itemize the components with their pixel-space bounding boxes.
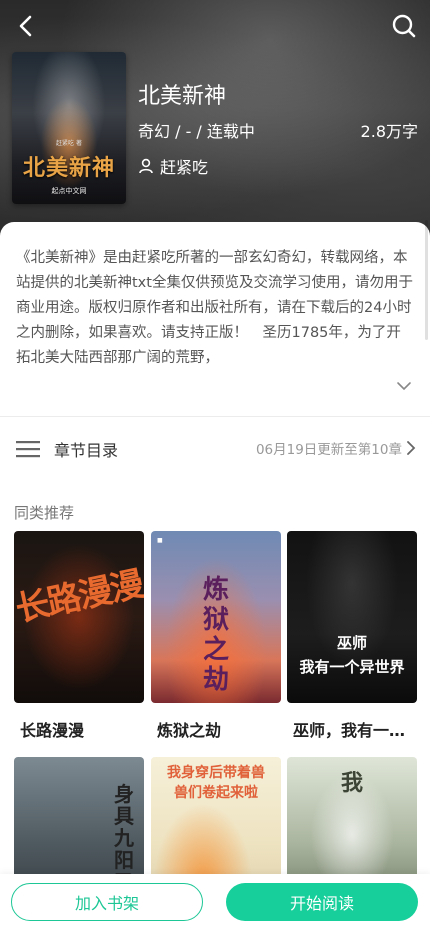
chapter-update-text: 06月19日更新至第10章: [255, 442, 402, 458]
author-link[interactable]: 赶紧吃: [138, 154, 208, 178]
start-reading-button[interactable]: 开始阅读: [226, 883, 418, 921]
cover-author: 赶紧吃 著: [56, 140, 82, 147]
section-title-recommend: 同类推荐: [14, 504, 75, 522]
chevron-down-icon[interactable]: [396, 378, 412, 394]
publisher-mark: ■: [157, 537, 163, 544]
user-icon: [139, 158, 153, 174]
recommend-book-card[interactable]: ■ 炼狱之劫 炼狱之劫: [151, 531, 281, 741]
bottom-action-bar: 加入书架 开始阅读: [0, 874, 430, 932]
cover-title: 巫师 我有一个异世界: [299, 634, 405, 676]
word-count: 2.8万字: [360, 122, 418, 141]
recommend-book-title: 巫师，我有一个异世界: [293, 721, 417, 740]
recommend-book-cover: 长路漫漫: [14, 531, 144, 703]
recommend-book-title: 长路漫漫: [20, 721, 85, 740]
recommend-book-cover: ■ 炼狱之劫: [151, 531, 281, 703]
cover-publisher: 起点中文网: [51, 187, 87, 195]
chapter-list-label: 章节目录: [54, 441, 119, 460]
cover-title: 长路漫漫: [14, 564, 144, 630]
search-button[interactable]: [386, 8, 422, 44]
cover-title: 北美新神: [22, 156, 115, 181]
book-description: 《北美新神》是由赶紧吃所著的一部玄幻奇幻，转载网络，本站提供的北美新神txt全集…: [16, 250, 413, 366]
book-cover: 赶紧吃 著 北美新神 起点中文网: [12, 52, 126, 204]
author-name: 赶紧吃: [160, 158, 209, 177]
cover-title: 我: [340, 771, 363, 796]
book-meta: 奇幻 / - / 连载中: [138, 122, 255, 141]
scrollbar[interactable]: [425, 220, 428, 340]
recommend-book-cover: 巫师 我有一个异世界: [287, 531, 417, 703]
back-chevron-icon: [19, 15, 32, 37]
cover-title: 我身穿后带着兽兽们卷起来啦: [167, 765, 265, 801]
book-title: 北美新神: [138, 84, 227, 109]
search-icon: [392, 14, 416, 38]
recommend-book-card[interactable]: 长路漫漫 长路漫漫: [14, 531, 144, 741]
recommend-book-card[interactable]: 巫师 我有一个异世界 巫师，我有一个异世界: [287, 531, 417, 741]
back-button[interactable]: [8, 8, 44, 44]
chapter-list-row[interactable]: 章节目录 06月19日更新至第10章: [0, 426, 430, 470]
add-to-shelf-button[interactable]: 加入书架: [11, 883, 203, 921]
chevron-right-icon: [407, 441, 416, 455]
recommend-book-title: 炼狱之劫: [157, 721, 222, 740]
divider: [0, 416, 430, 417]
cover-title: 炼狱之劫: [202, 575, 229, 695]
list-icon: [16, 441, 40, 458]
